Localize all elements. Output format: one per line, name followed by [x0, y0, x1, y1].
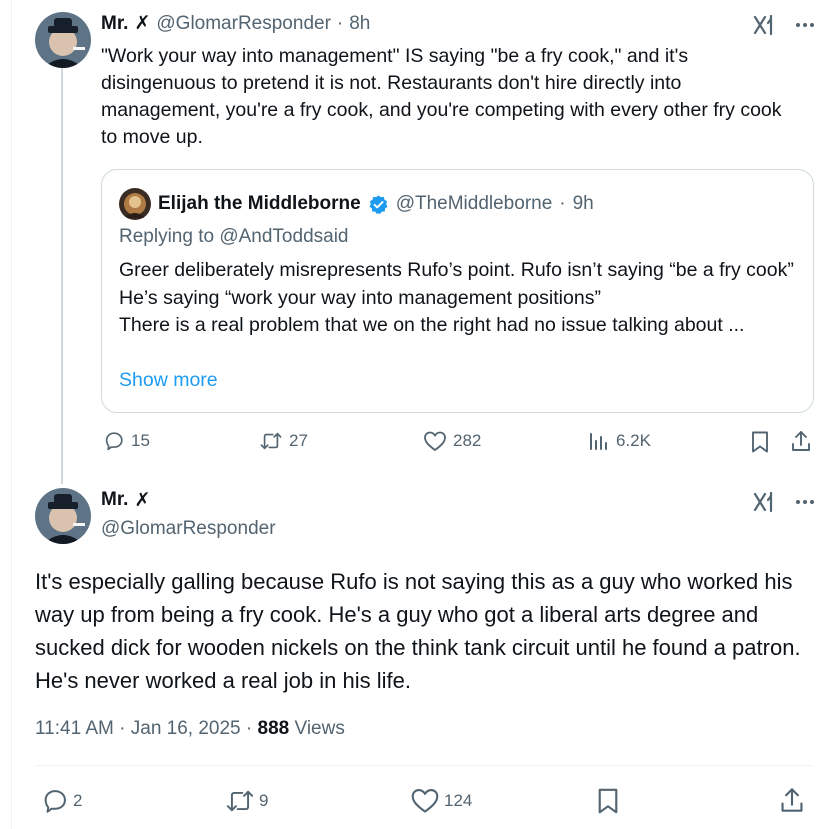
reply-button[interactable]: 2	[41, 787, 82, 815]
handle[interactable]: @GlomarResponder	[156, 13, 331, 35]
separator-dot: ·	[336, 12, 344, 34]
tweet-header: Mr. ✗ @GlomarResponder · 8h	[101, 12, 370, 35]
tweet-top-actions	[752, 490, 816, 514]
like-button[interactable]: 124	[410, 787, 472, 814]
repost-button[interactable]: 27	[259, 430, 308, 452]
like-button[interactable]: 282	[423, 430, 481, 452]
repost-button[interactable]: 9	[225, 787, 268, 815]
verified-icon	[368, 194, 389, 215]
share-icon	[790, 429, 812, 453]
bookmark-button[interactable]	[595, 786, 621, 816]
bookmark-button[interactable]	[749, 430, 771, 454]
share-icon	[779, 785, 805, 815]
views-count: 6.2K	[616, 431, 651, 450]
reply-icon	[103, 430, 125, 452]
like-icon	[423, 430, 447, 452]
bookmark-icon	[749, 430, 771, 454]
views-button[interactable]: 6.2K	[588, 430, 651, 452]
tweet-action-bar: 2 9 124	[35, 785, 815, 819]
grok-icon[interactable]	[752, 13, 776, 37]
left-border	[11, 0, 12, 829]
display-name[interactable]: Mr.	[101, 13, 128, 35]
quoted-display-name[interactable]: Elijah the Middleborne	[158, 193, 361, 215]
separator-dot: ·	[559, 193, 566, 214]
repost-icon	[225, 787, 255, 815]
like-count: 124	[444, 790, 473, 810]
views-label: Views	[289, 718, 345, 739]
handle[interactable]: @GlomarResponder	[101, 518, 276, 540]
avatar[interactable]	[35, 488, 91, 544]
show-more-link[interactable]: Show more	[119, 369, 218, 392]
bookmark-icon	[595, 786, 621, 816]
grok-icon[interactable]	[752, 490, 776, 514]
tweet-author-name: Mr. ✗	[101, 489, 150, 512]
timestamp[interactable]: 11:41 AM · Jan 16, 2025 ·	[35, 718, 258, 739]
tweet-top-actions	[752, 13, 816, 37]
reply-icon	[41, 787, 69, 815]
display-name[interactable]: Mr.	[101, 489, 128, 512]
more-icon[interactable]	[794, 14, 816, 36]
quoted-handle[interactable]: @TheMiddleborne	[396, 193, 553, 215]
views-count: 888	[257, 718, 290, 739]
reply-count: 2	[73, 791, 83, 810]
tweet-action-bar: 15 27 282 6.2K	[101, 428, 813, 458]
replying-to: Replying to @AndToddsaid	[119, 226, 349, 247]
timestamp[interactable]: 8h	[349, 13, 370, 35]
like-count: 282	[453, 431, 482, 450]
repost-count: 9	[259, 791, 269, 810]
repost-count: 27	[289, 431, 308, 450]
share-button[interactable]	[779, 785, 805, 815]
quoted-text-line: He’s saying “work your way into manageme…	[119, 286, 601, 309]
reply-button[interactable]: 15	[103, 430, 150, 452]
quoted-tweet[interactable]: Elijah the Middleborne @TheMiddleborne ·…	[101, 169, 814, 413]
quoted-avatar[interactable]	[119, 188, 151, 220]
thread-connector-line	[61, 68, 63, 484]
like-icon	[410, 787, 440, 814]
more-icon[interactable]	[794, 491, 816, 513]
tweet-meta: 11:41 AM · Jan 16, 2025 · 888 Views	[35, 718, 345, 740]
quoted-tweet-header: Elijah the Middleborne @TheMiddleborne ·…	[119, 188, 594, 220]
share-button[interactable]	[790, 429, 812, 453]
quoted-text-line: Greer deliberately misrepresents Rufo’s …	[119, 259, 794, 281]
reply-count: 15	[131, 431, 150, 450]
name-x-glyph: ✗	[134, 13, 151, 34]
avatar[interactable]	[35, 12, 91, 68]
quoted-tweet-text: Greer deliberately misrepresents Rufo’s …	[119, 257, 809, 340]
quoted-timestamp[interactable]: 9h	[573, 193, 594, 215]
tweet-text: It's especially galling because Rufo is …	[35, 569, 801, 693]
tweet-text: "Work your way into management" IS sayin…	[101, 45, 782, 148]
name-x-glyph: ✗	[134, 490, 151, 511]
views-icon	[588, 430, 610, 452]
repost-icon	[259, 430, 283, 452]
divider	[35, 765, 813, 766]
quoted-text-line: There is a real problem that we on the r…	[119, 314, 745, 336]
